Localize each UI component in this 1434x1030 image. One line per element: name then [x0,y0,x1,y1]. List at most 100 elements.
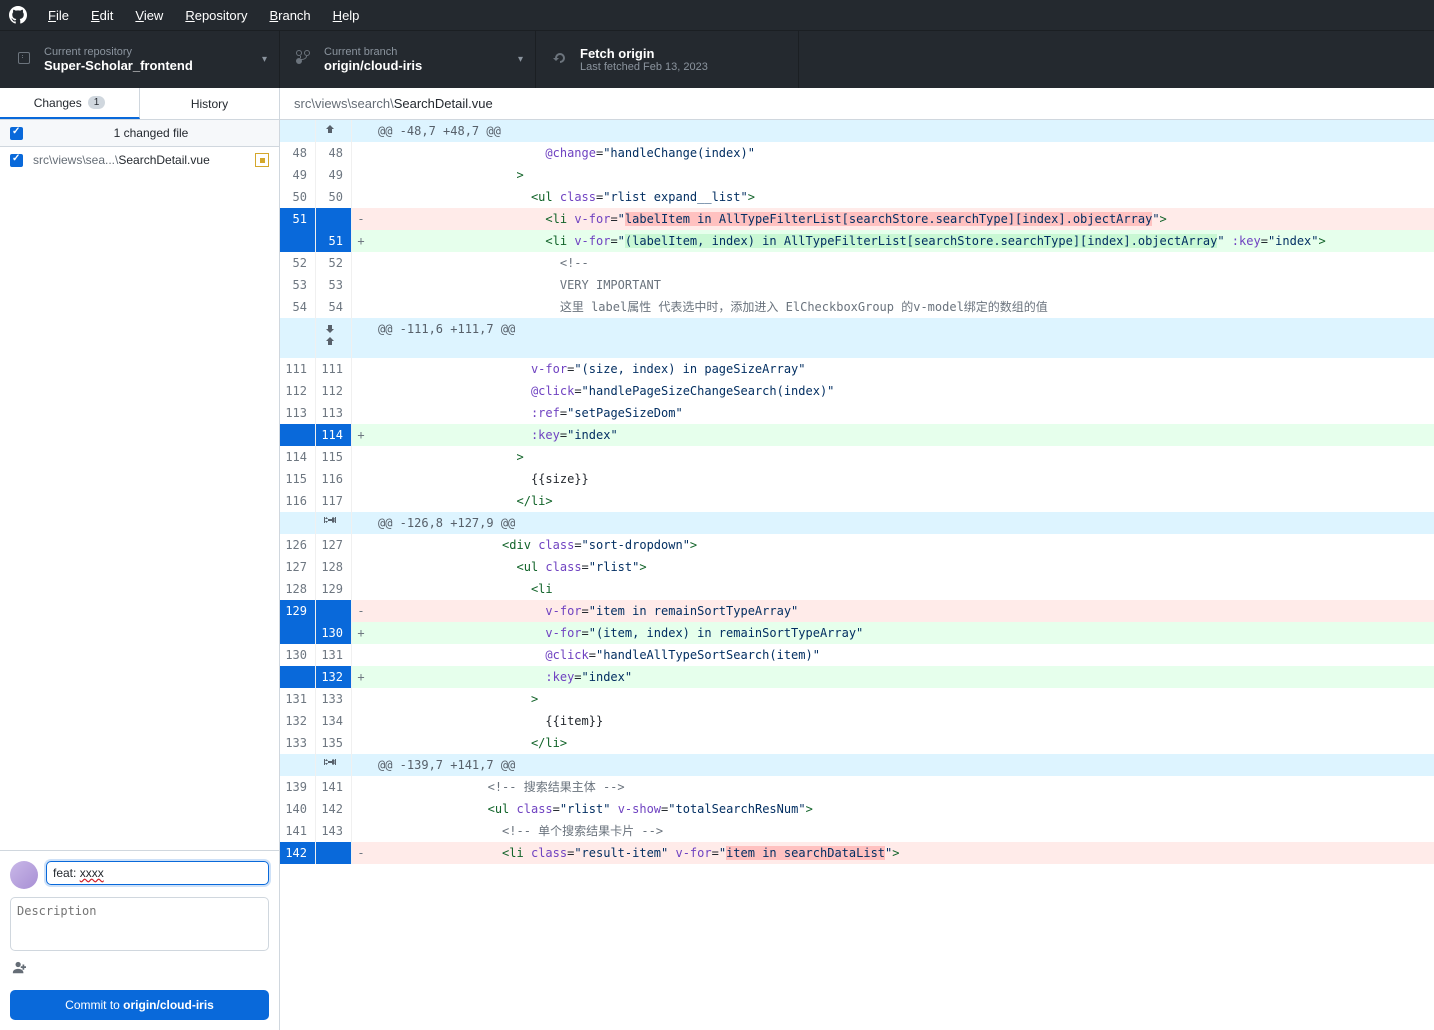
breadcrumb: src\views\search\SearchDetail.vue [280,88,1434,120]
menu-edit[interactable]: Edit [81,4,123,27]
line-number-old: 142 [280,842,316,864]
current-repository-selector[interactable]: Current repository Super-Scholar_fronten… [0,31,280,88]
hunk-header: @@ -139,7 +141,7 @@ [370,754,1434,776]
line-number-new: 132 [316,666,352,688]
changed-files-count: 1 changed file [33,126,269,140]
code-line: @click="handlePageSizeChangeSearch(index… [370,380,1434,402]
diff-row[interactable]: 115116 {{size}} [280,468,1434,490]
diff-marker [352,490,370,512]
expand-hunk-icon[interactable] [316,318,352,358]
commit-summary-input[interactable]: feat: xxxx [46,861,269,885]
line-number-old: 54 [280,296,316,318]
diff-row[interactable]: 5353 VERY IMPORTANT [280,274,1434,296]
diff-row[interactable]: 132+ :key="index" [280,666,1434,688]
diff-row[interactable]: @@ -111,6 +111,7 @@ [280,318,1434,358]
menu-repository[interactable]: Repository [175,4,257,27]
diff-row[interactable]: 5050 <ul class="rlist expand__list"> [280,186,1434,208]
fetch-origin-button[interactable]: Fetch origin Last fetched Feb 13, 2023 [536,31,799,88]
diff-marker: + [352,622,370,644]
diff-row[interactable]: 139141 <!-- 搜索结果主体 --> [280,776,1434,798]
file-checkbox[interactable] [10,154,23,167]
diff-row[interactable]: 5454 这里 label属性 代表选中时，添加进入 ElCheckboxGro… [280,296,1434,318]
diff-row[interactable]: @@ -126,8 +127,9 @@ [280,512,1434,534]
line-number-new: 134 [316,710,352,732]
code-line: <li v-for="labelItem in AllTypeFilterLis… [370,208,1434,230]
select-all-checkbox[interactable] [10,127,23,140]
diff-row[interactable]: @@ -139,7 +141,7 @@ [280,754,1434,776]
diff-row[interactable]: 5252 <!-- [280,252,1434,274]
line-number-new: 52 [316,252,352,274]
diff-marker [352,688,370,710]
diff-row[interactable]: 4848 @change="handleChange(index)" [280,142,1434,164]
sync-icon [552,50,568,69]
diff-row[interactable]: 51+ <li v-for="(labelItem, index) in All… [280,230,1434,252]
line-number-old: 132 [280,710,316,732]
commit-description-input[interactable] [10,897,269,951]
menu-view[interactable]: View [125,4,173,27]
expand-hunk-icon[interactable] [316,512,352,534]
tab-history-label: History [191,97,228,111]
menu-file[interactable]: File [38,4,79,27]
diff-row[interactable]: 114115 > [280,446,1434,468]
line-number-old: 130 [280,644,316,666]
diff-row[interactable]: 129- v-for="item in remainSortTypeArray" [280,600,1434,622]
diff-row[interactable]: 112112 @click="handlePageSizeChangeSearc… [280,380,1434,402]
file-item[interactable]: src\views\sea...\SearchDetail.vue [0,147,279,173]
diff-row[interactable]: @@ -48,7 +48,7 @@ [280,120,1434,142]
diff-marker [352,578,370,600]
diff-marker: + [352,424,370,446]
diff-row[interactable]: 4949 > [280,164,1434,186]
expand-hunk-icon[interactable] [316,120,352,142]
code-line: :key="index" [370,424,1434,446]
line-number-old [280,230,316,252]
commit-button[interactable]: Commit to origin/cloud-iris [10,990,269,1020]
diff-row[interactable]: 114+ :key="index" [280,424,1434,446]
diff-row[interactable]: 130131 @click="handleAllTypeSortSearch(i… [280,644,1434,666]
hunk-header: @@ -126,8 +127,9 @@ [370,512,1434,534]
diff-row[interactable]: 140142 <ul class="rlist" v-show="totalSe… [280,798,1434,820]
menu-help[interactable]: Help [323,4,370,27]
diff-row[interactable]: 132134 {{item}} [280,710,1434,732]
diff-row[interactable]: 113113 :ref="setPageSizeDom" [280,402,1434,424]
line-number-old: 116 [280,490,316,512]
diff-row[interactable]: 111111 v-for="(size, index) in pageSizeA… [280,358,1434,380]
changes-count-badge: 1 [88,96,106,109]
line-number-old [280,666,316,688]
tab-changes[interactable]: Changes 1 [0,88,140,119]
diff-marker [352,556,370,578]
toolbar: Current repository Super-Scholar_fronten… [0,30,1434,88]
add-coauthor-button[interactable] [10,959,269,982]
diff-row[interactable]: 131133 > [280,688,1434,710]
diff-marker: - [352,600,370,622]
diff-marker [352,186,370,208]
menubar: FileEditViewRepositoryBranchHelp [0,0,1434,30]
sidebar-tabs: Changes 1 History [0,88,279,120]
branch-label: Current branch [324,46,422,58]
code-line: <li class="result-item" v-for="item in s… [370,842,1434,864]
diff-row[interactable]: 127128 <ul class="rlist"> [280,556,1434,578]
changed-files-header: 1 changed file [0,120,279,147]
diff-row[interactable]: 128129 <li [280,578,1434,600]
diff-view[interactable]: @@ -48,7 +48,7 @@4848 @change="handleCha… [280,120,1434,1030]
diff-row[interactable]: 133135 </li> [280,732,1434,754]
code-line: v-for="(size, index) in pageSizeArray" [370,358,1434,380]
diff-row[interactable]: 51- <li v-for="labelItem in AllTypeFilte… [280,208,1434,230]
diff-row[interactable]: 142- <li class="result-item" v-for="item… [280,842,1434,864]
expand-hunk-icon[interactable] [316,754,352,776]
current-branch-selector[interactable]: Current branch origin/cloud-iris ▾ [280,31,536,88]
line-number-old: 113 [280,402,316,424]
diff-row[interactable]: 116117 </li> [280,490,1434,512]
code-line: @change="handleChange(index)" [370,142,1434,164]
menu-branch[interactable]: Branch [259,4,320,27]
diff-marker [352,380,370,402]
line-number-old: 112 [280,380,316,402]
code-line: <li [370,578,1434,600]
tab-history[interactable]: History [140,88,279,119]
commit-box: feat: xxxx Commit to origin/cloud-iris [0,850,279,1030]
sidebar: Changes 1 History 1 changed file src\vie… [0,88,280,1030]
line-number-old: 115 [280,468,316,490]
diff-row[interactable]: 130+ v-for="(item, index) in remainSortT… [280,622,1434,644]
diff-row[interactable]: 141143 <!-- 单个搜索结果卡片 --> [280,820,1434,842]
line-number-new: 54 [316,296,352,318]
diff-row[interactable]: 126127 <div class="sort-dropdown"> [280,534,1434,556]
